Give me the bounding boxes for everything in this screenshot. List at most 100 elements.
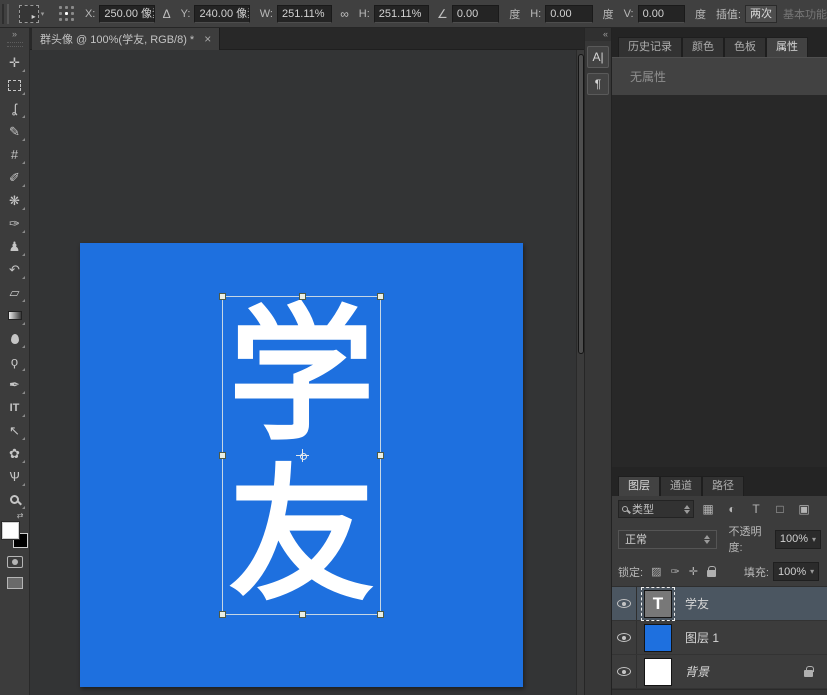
background-layer-thumbnail[interactable]	[644, 658, 672, 686]
ref-dot-center[interactable]	[65, 12, 68, 15]
filter-pixel-layers-button[interactable]: ▦	[698, 500, 718, 518]
swap-colors-icon[interactable]: ⇄	[6, 511, 24, 521]
quick-mask-button[interactable]	[7, 556, 23, 568]
tab-swatches[interactable]: 色板	[724, 37, 766, 57]
lock-all-icon[interactable]	[707, 570, 716, 577]
transform-handle-bottom-left[interactable]	[219, 611, 226, 618]
transform-handle-middle-left[interactable]	[219, 452, 226, 459]
tab-history[interactable]: 历史记录	[618, 37, 682, 57]
tab-channels[interactable]: 通道	[660, 476, 702, 496]
fill-dropdown-icon[interactable]: ▾	[810, 567, 814, 576]
brush-tool[interactable]: ✑	[3, 212, 27, 235]
filter-type-layers-button[interactable]: T	[746, 500, 766, 518]
layer-row-text[interactable]: T 学友	[612, 587, 827, 621]
ref-dot[interactable]	[71, 18, 74, 21]
spot-healing-brush-tool[interactable]: ❋	[3, 189, 27, 212]
tab-properties[interactable]: 属性	[766, 37, 808, 57]
move-tool[interactable]: ✛	[3, 51, 27, 74]
document-tab[interactable]: 群头像 @ 100%(学友, RGB/8) * ×	[32, 28, 220, 50]
document-scrollbar[interactable]	[576, 50, 584, 695]
foreground-color-swatch[interactable]	[2, 522, 19, 539]
layer-row-color[interactable]: 图层 1	[612, 621, 827, 655]
paragraph-panel-button[interactable]: ¶	[587, 73, 609, 95]
visibility-cell[interactable]	[612, 621, 637, 654]
layer-name[interactable]: 学友	[685, 595, 709, 612]
filter-adjustment-layers-button[interactable]: ◐	[722, 500, 742, 518]
visibility-cell[interactable]	[612, 655, 637, 688]
ref-dot[interactable]	[59, 18, 62, 21]
character-panel-button[interactable]: A|	[587, 46, 609, 68]
transform-handle-top-right[interactable]	[377, 293, 384, 300]
height-input[interactable]: 251.11%	[374, 5, 429, 23]
opacity-input[interactable]: 100% ▾	[775, 530, 821, 549]
lasso-tool[interactable]: ʆ	[3, 97, 27, 120]
tab-color[interactable]: 颜色	[682, 37, 724, 57]
path-selection-tool[interactable]: ↖	[3, 419, 27, 442]
x-input[interactable]: 250.00 像素	[99, 5, 154, 23]
transform-handle-top-middle[interactable]	[299, 293, 306, 300]
transform-tool-icon[interactable]: ▸	[19, 5, 39, 23]
ref-dot[interactable]	[65, 18, 68, 21]
options-bar-grip[interactable]	[2, 4, 9, 24]
ref-dot[interactable]	[59, 6, 62, 9]
interpolation-select[interactable]: 两次	[745, 5, 777, 23]
toolbar-collapse-icon[interactable]: »	[12, 28, 17, 40]
transform-handle-middle-right[interactable]	[377, 452, 384, 459]
transform-handle-bottom-right[interactable]	[377, 611, 384, 618]
close-tab-icon[interactable]: ×	[204, 32, 211, 46]
eye-icon[interactable]	[617, 667, 631, 676]
dodge-tool[interactable]: ϙ	[3, 350, 27, 373]
clone-stamp-tool[interactable]: ♟	[3, 235, 27, 258]
vskew-input[interactable]: 0.00	[638, 5, 685, 23]
quick-selection-tool[interactable]: ✎	[3, 120, 27, 143]
fill-input[interactable]: 100% ▾	[773, 562, 819, 581]
pen-tool[interactable]: ✒	[3, 373, 27, 396]
lock-position-icon[interactable]: ✛	[689, 565, 698, 578]
transform-reference-point[interactable]	[298, 451, 307, 460]
crop-tool[interactable]: #	[3, 143, 27, 166]
transform-bounding-box[interactable]	[222, 296, 381, 615]
hskew-input[interactable]: 0.00	[545, 5, 592, 23]
maintain-aspect-ratio-link-icon[interactable]: ∞	[340, 7, 349, 21]
blur-tool[interactable]	[3, 327, 27, 350]
type-tool[interactable]: IT	[3, 396, 27, 419]
opacity-dropdown-icon[interactable]: ▾	[812, 535, 816, 544]
color-layer-thumbnail[interactable]	[644, 624, 672, 652]
expand-panels-icon[interactable]: «	[585, 28, 611, 41]
lock-transparent-pixels-icon[interactable]: ▨	[651, 565, 661, 578]
eraser-tool[interactable]: ▱	[3, 281, 27, 304]
gradient-tool[interactable]	[3, 304, 27, 327]
blend-mode-select[interactable]: 正常	[618, 530, 717, 549]
screen-mode-button[interactable]	[7, 577, 23, 589]
filter-shape-layers-button[interactable]: □	[770, 500, 790, 518]
eye-icon[interactable]	[617, 599, 631, 608]
text-layer-thumbnail[interactable]: T	[644, 590, 672, 618]
layer-row-background[interactable]: 背景	[612, 655, 827, 689]
tab-paths[interactable]: 路径	[702, 476, 744, 496]
transform-handle-bottom-middle[interactable]	[299, 611, 306, 618]
ref-dot[interactable]	[71, 12, 74, 15]
custom-shape-tool[interactable]: ✿	[3, 442, 27, 465]
y-input[interactable]: 240.00 像素	[194, 5, 249, 23]
history-brush-tool[interactable]: ↶	[3, 258, 27, 281]
layer-name[interactable]: 图层 1	[685, 629, 719, 646]
reference-point-locator[interactable]	[58, 5, 75, 22]
workspace-switcher[interactable]: 基本功能	[783, 6, 827, 22]
tab-layers[interactable]: 图层	[618, 476, 660, 496]
hand-tool[interactable]: Ѱ	[3, 465, 27, 488]
rectangular-marquee-tool[interactable]	[3, 74, 27, 97]
relative-position-delta-icon[interactable]: Δ	[163, 7, 171, 21]
tool-preset-caret-icon[interactable]: ▾	[41, 10, 45, 18]
ref-dot[interactable]	[71, 6, 74, 9]
eye-icon[interactable]	[617, 633, 631, 642]
lock-image-pixels-icon[interactable]: ✑	[670, 565, 679, 578]
layer-name[interactable]: 背景	[685, 663, 709, 680]
zoom-tool[interactable]	[3, 488, 27, 511]
eyedropper-tool[interactable]: ✐	[3, 166, 27, 189]
toolbar-grip[interactable]	[7, 42, 23, 47]
ref-dot[interactable]	[65, 6, 68, 9]
rotation-input[interactable]: 0.00	[452, 5, 499, 23]
ref-dot[interactable]	[59, 12, 62, 15]
width-input[interactable]: 251.11%	[277, 5, 332, 23]
transform-handle-top-left[interactable]	[219, 293, 226, 300]
